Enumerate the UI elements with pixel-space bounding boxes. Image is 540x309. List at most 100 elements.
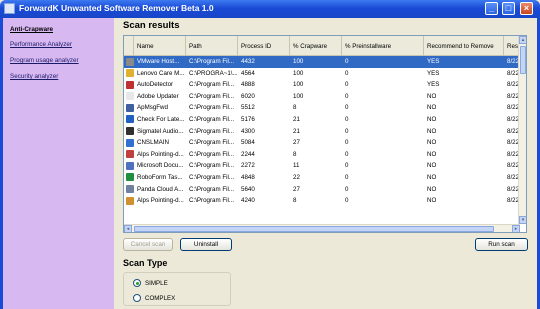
- cell-pre: 0: [345, 81, 349, 89]
- cell-pre: 0: [345, 127, 349, 135]
- table-row[interactable]: Adobe Updater C:\Program Fil... 6020 100 0 NO…: [124, 91, 520, 103]
- radio-complex[interactable]: COMPLEX: [133, 294, 175, 302]
- sidebar-item-performance-analyzer[interactable]: Performance Analyzer: [10, 41, 72, 48]
- cell-rec: NO: [427, 185, 437, 193]
- cell-rec: NO: [427, 92, 437, 100]
- table-row[interactable]: Lenovo Care M... C:\PROGRA~1\... 4564 100 0 Y…: [124, 68, 520, 80]
- cell-crap: 11: [293, 162, 300, 170]
- table-body: VMware Host... C:\Program Fil... 4432 100 0 Y…: [124, 56, 520, 226]
- table-row[interactable]: Alps Pointing-d... C:\Program Fil... 4240 8…: [124, 195, 520, 207]
- table-row[interactable]: AutoDetector C:\Program Fil... 4888 100 0 YES…: [124, 79, 520, 91]
- column-header-preinstallware[interactable]: % Preinstallware: [342, 36, 424, 56]
- column-header-icon: [124, 36, 134, 56]
- cell-pid: 4300: [241, 127, 255, 135]
- cell-rec: NO: [427, 139, 437, 147]
- cell-pre: 0: [345, 69, 349, 77]
- radio-complex-icon[interactable]: [133, 294, 141, 302]
- cell-name: ApMsgFwd: [137, 104, 168, 112]
- cell-name: Adobe Updater: [137, 92, 179, 100]
- radio-complex-label: COMPLEX: [145, 294, 176, 302]
- cell-path: C:\PROGRA~1\...: [189, 69, 238, 77]
- cell-name: AutoDetector: [137, 81, 174, 89]
- scroll-down-icon[interactable]: ▾: [519, 216, 526, 224]
- cell-rec: NO: [427, 104, 437, 112]
- table-row[interactable]: Alps Pointing-d... C:\Program Fil... 2244 8…: [124, 149, 520, 161]
- cell-crap: 8: [293, 104, 297, 112]
- radio-simple-icon[interactable]: [133, 279, 141, 287]
- cell-path: C:\Program Fil...: [189, 185, 235, 193]
- vertical-scroll-thumb[interactable]: [520, 46, 526, 74]
- cell-pid: 5640: [241, 185, 255, 193]
- close-button[interactable]: ×: [520, 2, 533, 15]
- program-icon: [126, 115, 134, 124]
- column-header-path[interactable]: Path: [186, 36, 238, 56]
- scan-type-group: SIMPLE COMPLEX: [123, 272, 231, 306]
- scan-type-heading: Scan Type: [123, 258, 168, 268]
- cell-crap: 100: [293, 69, 304, 77]
- cell-name: Alps Pointing-d...: [137, 197, 184, 205]
- radio-simple-label: SIMPLE: [145, 279, 168, 287]
- cell-crap: 100: [293, 58, 304, 65]
- horizontal-scroll-thumb[interactable]: [134, 226, 494, 232]
- sidebar-item-anti-crapware[interactable]: Anti-Crapware: [10, 26, 53, 33]
- column-header-recommend[interactable]: Recommend to Remove: [424, 36, 504, 56]
- cell-pid: 2244: [241, 150, 255, 158]
- scan-results-table[interactable]: Name Path Process ID % Crapware % Preins…: [123, 35, 527, 233]
- cell-crap: 8: [293, 150, 297, 158]
- cell-pre: 0: [345, 92, 349, 100]
- sidebar-item-program-usage-analyzer[interactable]: Program usage analyzer: [10, 57, 79, 64]
- cell-rec: YES: [427, 69, 440, 77]
- cell-rec: YES: [427, 58, 440, 65]
- scroll-right-icon[interactable]: ▸: [512, 225, 520, 232]
- program-icon: [126, 173, 134, 182]
- program-icon: [126, 196, 134, 205]
- cell-path: C:\Program Fil...: [189, 92, 235, 100]
- cell-path: C:\Program Fil...: [189, 139, 235, 147]
- program-icon: [126, 69, 134, 78]
- maximize-button[interactable]: □: [502, 2, 515, 15]
- cell-pre: 0: [345, 139, 349, 147]
- table-row[interactable]: CNSLMAINC:\Program Fil...5084270NO8/22/2: [124, 137, 520, 149]
- table-header: Name Path Process ID % Crapware % Preins…: [124, 36, 521, 56]
- uninstall-button[interactable]: Uninstall: [180, 238, 232, 251]
- table-row[interactable]: VMware Host... C:\Program Fil... 4432 100 0 Y…: [124, 56, 520, 68]
- column-header-crapware[interactable]: % Crapware: [290, 36, 342, 56]
- program-icon: [126, 80, 134, 89]
- client-area: Anti-Crapware Performance Analyzer Progr…: [3, 18, 537, 309]
- table-row[interactable]: RoboForm Tas... C:\Program Fil... 4848 22 0 N…: [124, 172, 520, 184]
- run-scan-button[interactable]: Run scan: [475, 238, 528, 251]
- cancel-scan-button[interactable]: Cancel scan: [123, 238, 173, 251]
- cell-crap: 22: [293, 173, 300, 181]
- scroll-left-icon[interactable]: ◂: [124, 225, 132, 232]
- cell-rec: NO: [427, 173, 437, 181]
- table-row[interactable]: Check For Late... C:\Program Fil... 5176 21…: [124, 114, 520, 126]
- cell-crap: 21: [293, 127, 300, 135]
- radio-simple[interactable]: SIMPLE: [133, 279, 168, 287]
- program-icon: [126, 92, 134, 101]
- cell-rec: NO: [427, 162, 437, 170]
- column-header-process-id[interactable]: Process ID: [238, 36, 290, 56]
- table-row[interactable]: Sigmatel Audio... C:\Program Fil... 4300 21…: [124, 126, 520, 138]
- cell-pid: 2272: [241, 162, 255, 170]
- table-row[interactable]: Microsoft Docu... C:\Program Fil... 2272 11…: [124, 160, 520, 172]
- program-icon: [126, 161, 134, 170]
- cell-pid: 5084: [241, 139, 255, 147]
- vertical-scrollbar[interactable]: ▴ ▾: [518, 36, 526, 224]
- table-row[interactable]: Panda Cloud A... C:\Program Fil... 5640 27 0…: [124, 184, 520, 196]
- cell-path: C:\Program Fil...: [189, 104, 235, 112]
- cell-pre: 0: [345, 185, 349, 193]
- title-bar[interactable]: ForwardK Unwanted Software Remover Beta …: [0, 0, 540, 18]
- horizontal-scrollbar[interactable]: ◂ ▸: [124, 224, 520, 232]
- cell-pid: 4848: [241, 173, 255, 181]
- cell-path: C:\Program Fil...: [189, 162, 235, 170]
- cell-name: Lenovo Care M...: [137, 69, 185, 77]
- scroll-up-icon[interactable]: ▴: [519, 36, 526, 44]
- column-header-name[interactable]: Name: [134, 36, 186, 56]
- minimize-button[interactable]: _: [485, 2, 498, 15]
- cell-pre: 0: [345, 197, 349, 205]
- sidebar-item-security-analyzer[interactable]: Security analyzer: [10, 73, 58, 80]
- table-row[interactable]: ApMsgFwdC:\Program Fil...551280NO8/22/2: [124, 102, 520, 114]
- cell-rec: NO: [427, 150, 437, 158]
- cell-path: C:\Program Fil...: [189, 115, 235, 123]
- program-icon: [126, 103, 134, 112]
